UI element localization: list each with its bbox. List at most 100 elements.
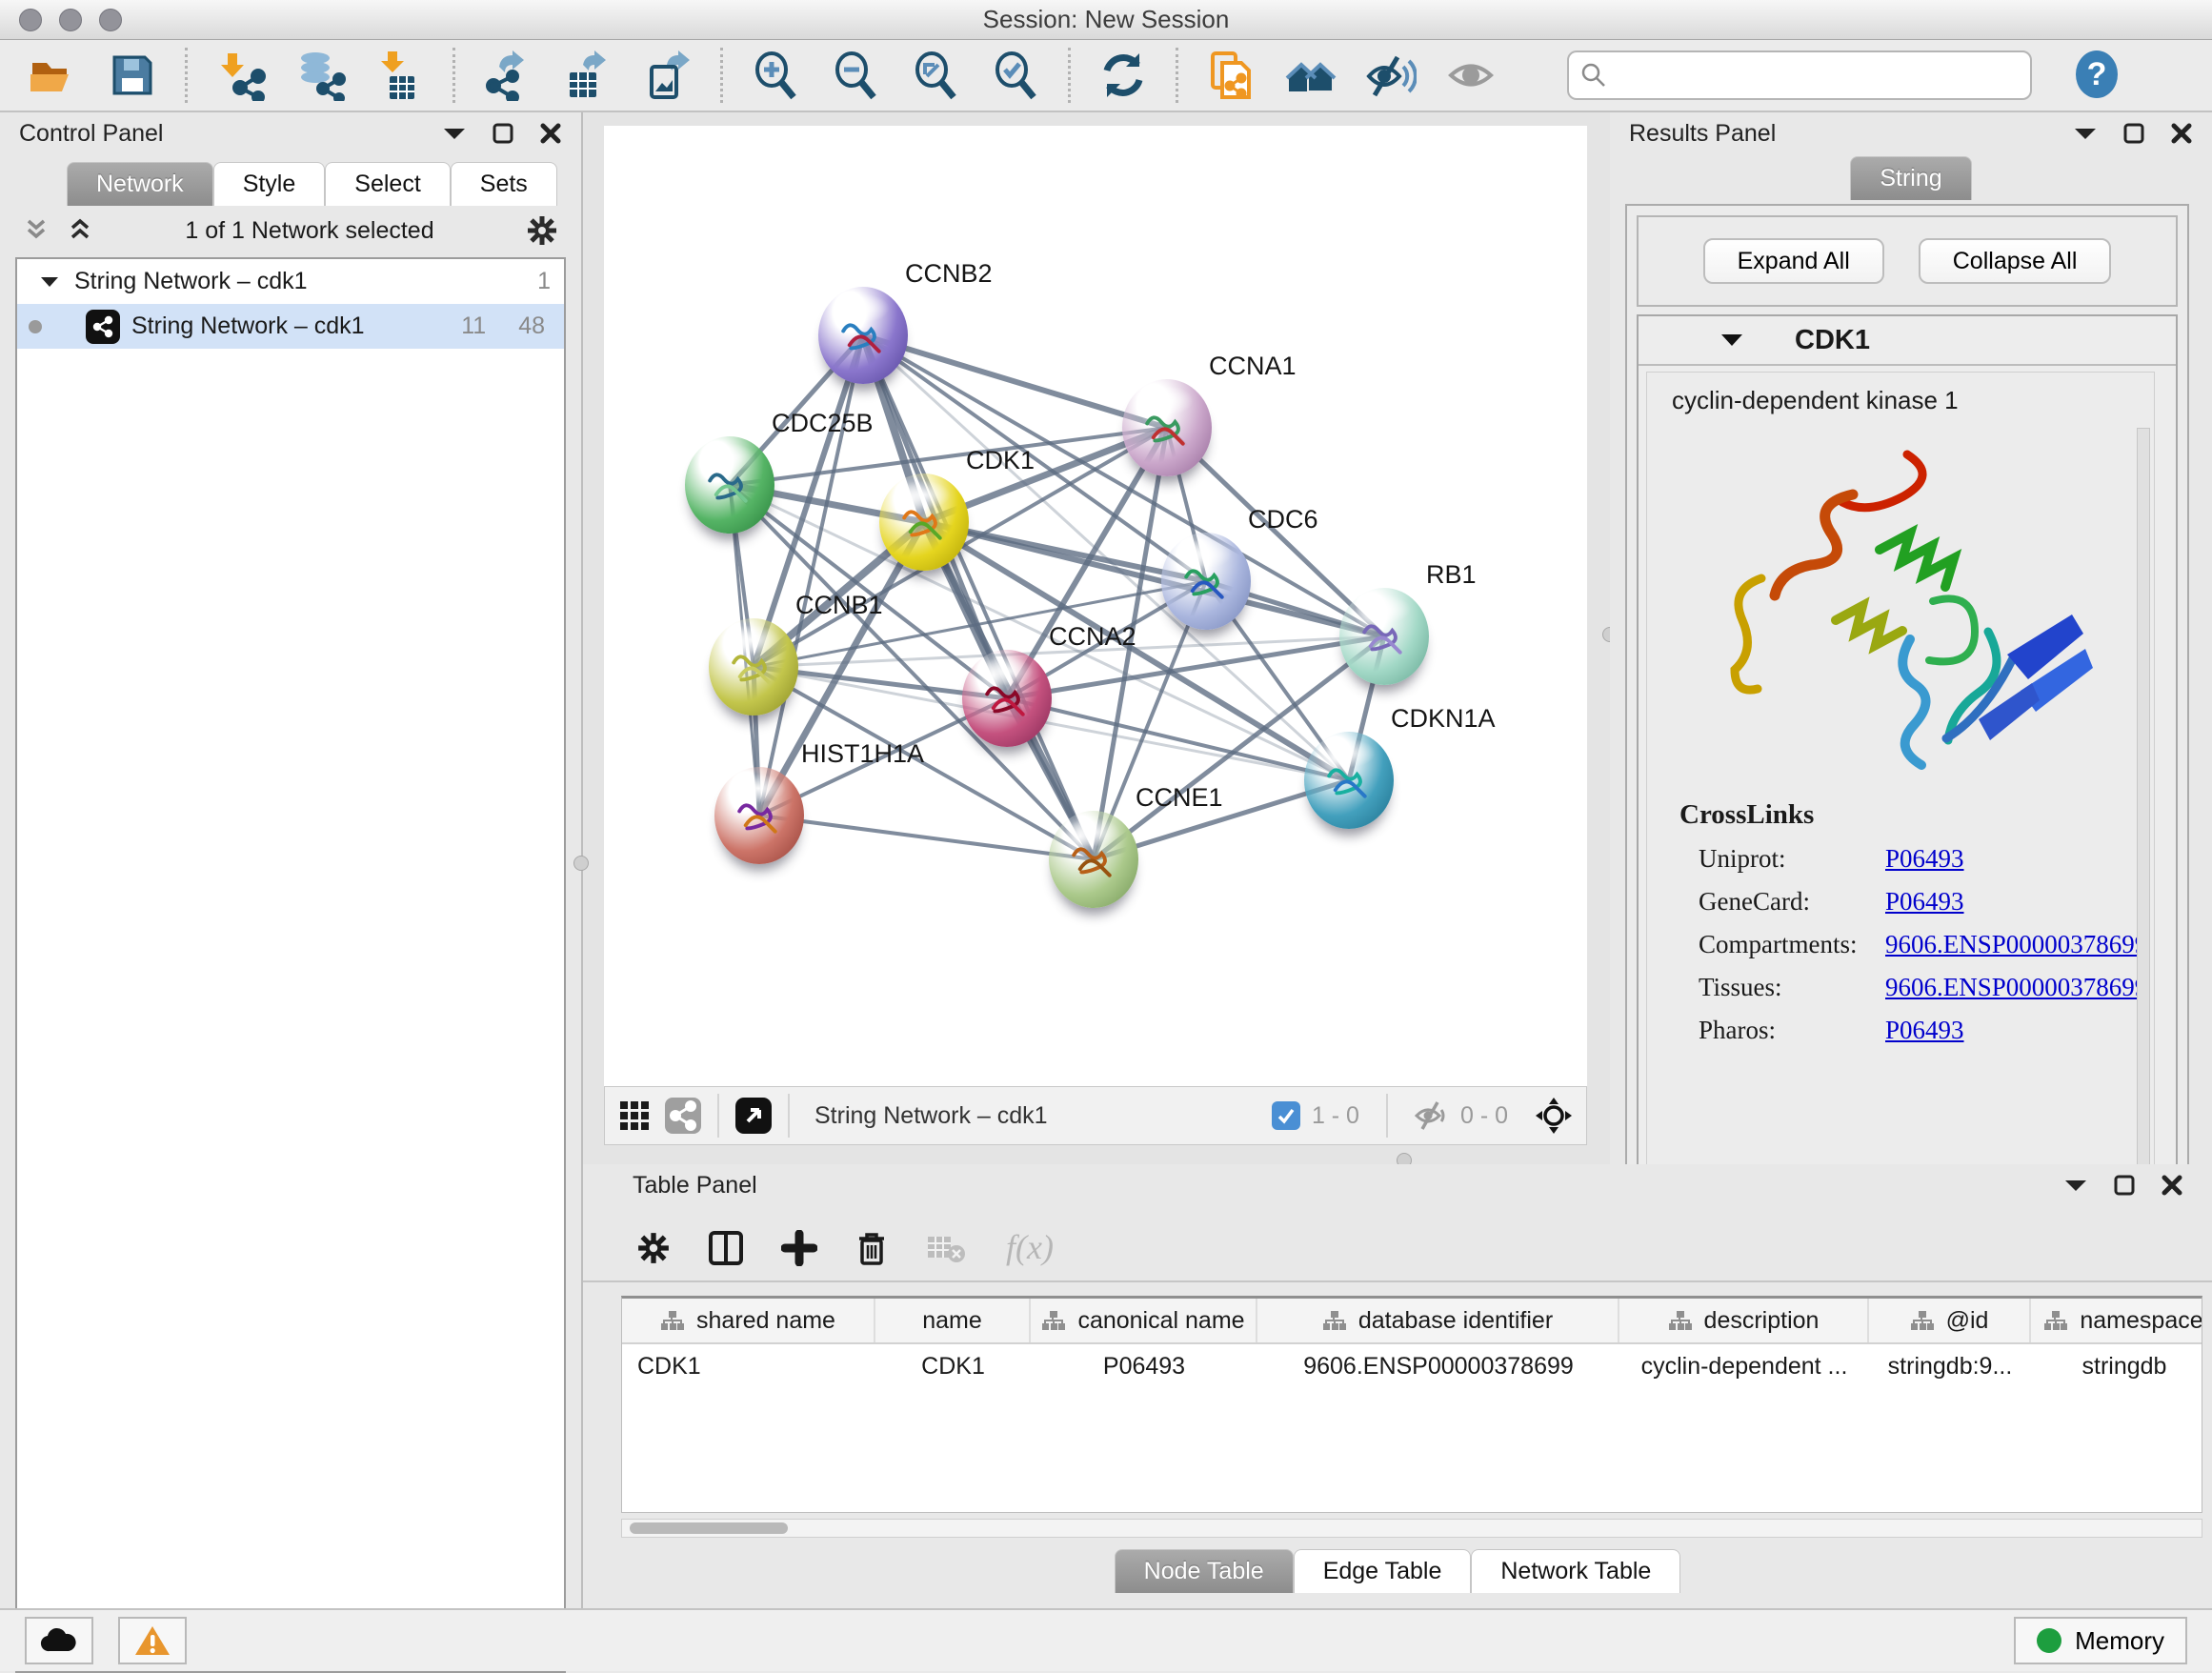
- plus-icon: [781, 1230, 817, 1266]
- network-canvas[interactable]: CCNB2CCNA1CDC25BCDK1CDC6RB1CCNB1CCNA2CDK…: [604, 126, 1587, 1086]
- delete-column-button[interactable]: [854, 1229, 890, 1267]
- export-table-icon: [562, 50, 613, 101]
- cloud-button[interactable]: [25, 1617, 93, 1664]
- panel-float-button[interactable]: [2113, 1174, 2136, 1197]
- column-header-description[interactable]: description: [1619, 1299, 1869, 1342]
- tab-style[interactable]: Style: [213, 162, 326, 206]
- zoom-out-button[interactable]: [828, 48, 883, 103]
- zoom-fit-button[interactable]: [908, 48, 963, 103]
- protein-structure-image: [1693, 433, 2102, 796]
- network-node-RB1[interactable]: [1339, 588, 1429, 685]
- hide-selected-button[interactable]: [1363, 48, 1418, 103]
- results-scrollbar[interactable]: [2137, 428, 2150, 1173]
- search-input[interactable]: [1617, 62, 2019, 89]
- crosslink-value-link[interactable]: 9606.ENSP00000378699: [1885, 930, 2147, 959]
- network-node-CCNB2[interactable]: [818, 287, 908, 384]
- tab-network[interactable]: Network: [67, 162, 213, 206]
- export-image-icon: [642, 50, 694, 101]
- panel-close-button[interactable]: [2161, 1174, 2183, 1197]
- search-field[interactable]: [1567, 50, 2032, 100]
- help-button[interactable]: ?: [2070, 48, 2123, 104]
- column-header-database-identifier[interactable]: database identifier: [1257, 1299, 1619, 1342]
- collapse-tree-button[interactable]: [67, 217, 93, 244]
- tab-node-table[interactable]: Node Table: [1115, 1549, 1294, 1593]
- network-edge[interactable]: [863, 335, 1167, 428]
- delete-table-button[interactable]: [926, 1231, 966, 1265]
- network-overview-button[interactable]: [664, 1097, 702, 1135]
- tab-select[interactable]: Select: [325, 162, 450, 206]
- column-header-name[interactable]: name: [875, 1299, 1031, 1342]
- selected-count-checkbox[interactable]: [1272, 1101, 1300, 1130]
- import-network-file-button[interactable]: [212, 48, 268, 103]
- export-table-button[interactable]: [560, 48, 615, 103]
- network-node-CCNB1[interactable]: [709, 618, 798, 716]
- network-node-HIST1H1A[interactable]: [714, 767, 804, 864]
- table-options-button[interactable]: [636, 1231, 671, 1265]
- save-session-button[interactable]: [105, 48, 160, 103]
- crosslink-value-link[interactable]: P06493: [1885, 887, 1964, 917]
- column-header-canonical-name[interactable]: canonical name: [1031, 1299, 1257, 1342]
- network-node-CCNE1[interactable]: [1049, 811, 1138, 908]
- node-label-HIST1H1A: HIST1H1A: [801, 739, 924, 769]
- add-column-button[interactable]: [781, 1230, 817, 1266]
- gene-section-header[interactable]: CDK1: [1639, 316, 2176, 366]
- panel-float-button[interactable]: [2122, 122, 2145, 145]
- warnings-button[interactable]: [118, 1617, 187, 1664]
- hidden-count-button[interactable]: [1415, 1100, 1449, 1131]
- import-network-database-button[interactable]: [292, 48, 348, 103]
- table-row[interactable]: CDK1CDK1P064939606.ENSP00000378699cyclin…: [622, 1344, 2202, 1388]
- zoom-selected-button[interactable]: [988, 48, 1043, 103]
- panel-float-button[interactable]: [492, 122, 514, 145]
- export-image-button[interactable]: [640, 48, 695, 103]
- network-node-CDC25B[interactable]: [685, 436, 774, 534]
- detach-view-button[interactable]: [734, 1097, 773, 1135]
- crosslink-value-link[interactable]: P06493: [1885, 844, 1964, 874]
- network-node-CDKN1A[interactable]: [1304, 732, 1394, 829]
- panel-collapse-button[interactable]: [2073, 126, 2098, 141]
- table-horizontal-scrollbar[interactable]: [621, 1519, 2202, 1538]
- birds-eye-view-button[interactable]: [618, 1099, 651, 1132]
- column-header-namespace[interactable]: namespace: [2031, 1299, 2202, 1342]
- show-all-button[interactable]: [1443, 48, 1498, 103]
- apply-layout-button[interactable]: [1096, 48, 1151, 103]
- pan-mode-button[interactable]: [1535, 1097, 1573, 1135]
- network-options-button[interactable]: [526, 214, 558, 247]
- save-floppy-icon: [107, 50, 158, 101]
- graphics-details-button[interactable]: [1283, 48, 1338, 103]
- clone-network-button[interactable]: [1203, 48, 1258, 103]
- network-node-CDK1[interactable]: [879, 474, 969, 571]
- expand-all-button[interactable]: Expand All: [1703, 238, 1884, 284]
- panel-collapse-button[interactable]: [2063, 1178, 2088, 1193]
- tab-sets[interactable]: Sets: [451, 162, 557, 206]
- tab-edge-table[interactable]: Edge Table: [1294, 1549, 1472, 1593]
- network-row[interactable]: String Network – cdk1 11 48: [17, 304, 564, 349]
- function-builder-button[interactable]: f(x): [1002, 1227, 1073, 1269]
- panel-close-button[interactable]: [539, 122, 562, 145]
- network-edge[interactable]: [759, 816, 1094, 859]
- network-node-CCNA2[interactable]: [962, 650, 1052, 747]
- import-table-icon: [374, 50, 426, 101]
- show-columns-button[interactable]: [707, 1229, 745, 1267]
- panel-close-button[interactable]: [2170, 122, 2193, 145]
- network-collection-row[interactable]: String Network – cdk1 1: [17, 259, 564, 304]
- expand-tree-button[interactable]: [23, 217, 50, 244]
- panel-collapse-button[interactable]: [442, 126, 467, 141]
- memory-button[interactable]: Memory: [2014, 1617, 2187, 1664]
- column-header-shared-name[interactable]: shared name: [622, 1299, 875, 1342]
- zoom-in-button[interactable]: [748, 48, 803, 103]
- export-network-button[interactable]: [480, 48, 535, 103]
- tab-network-table[interactable]: Network Table: [1471, 1549, 1680, 1593]
- network-edge[interactable]: [863, 335, 1094, 859]
- import-table-button[interactable]: [372, 48, 428, 103]
- crosslink-value-link[interactable]: 9606.ENSP00000378699: [1885, 973, 2147, 1002]
- collapse-all-button[interactable]: Collapse All: [1919, 238, 2112, 284]
- network-node-CCNA1[interactable]: [1122, 379, 1212, 476]
- network-edge[interactable]: [924, 522, 1384, 636]
- network-node-CDC6[interactable]: [1161, 533, 1251, 630]
- tab-string[interactable]: String: [1850, 156, 1971, 200]
- splitter-handle[interactable]: [573, 856, 589, 871]
- column-header-@id[interactable]: @id: [1869, 1299, 2031, 1342]
- crosslink-value-link[interactable]: P06493: [1885, 1016, 1964, 1045]
- open-session-button[interactable]: [25, 48, 80, 103]
- warning-icon: [133, 1624, 171, 1657]
